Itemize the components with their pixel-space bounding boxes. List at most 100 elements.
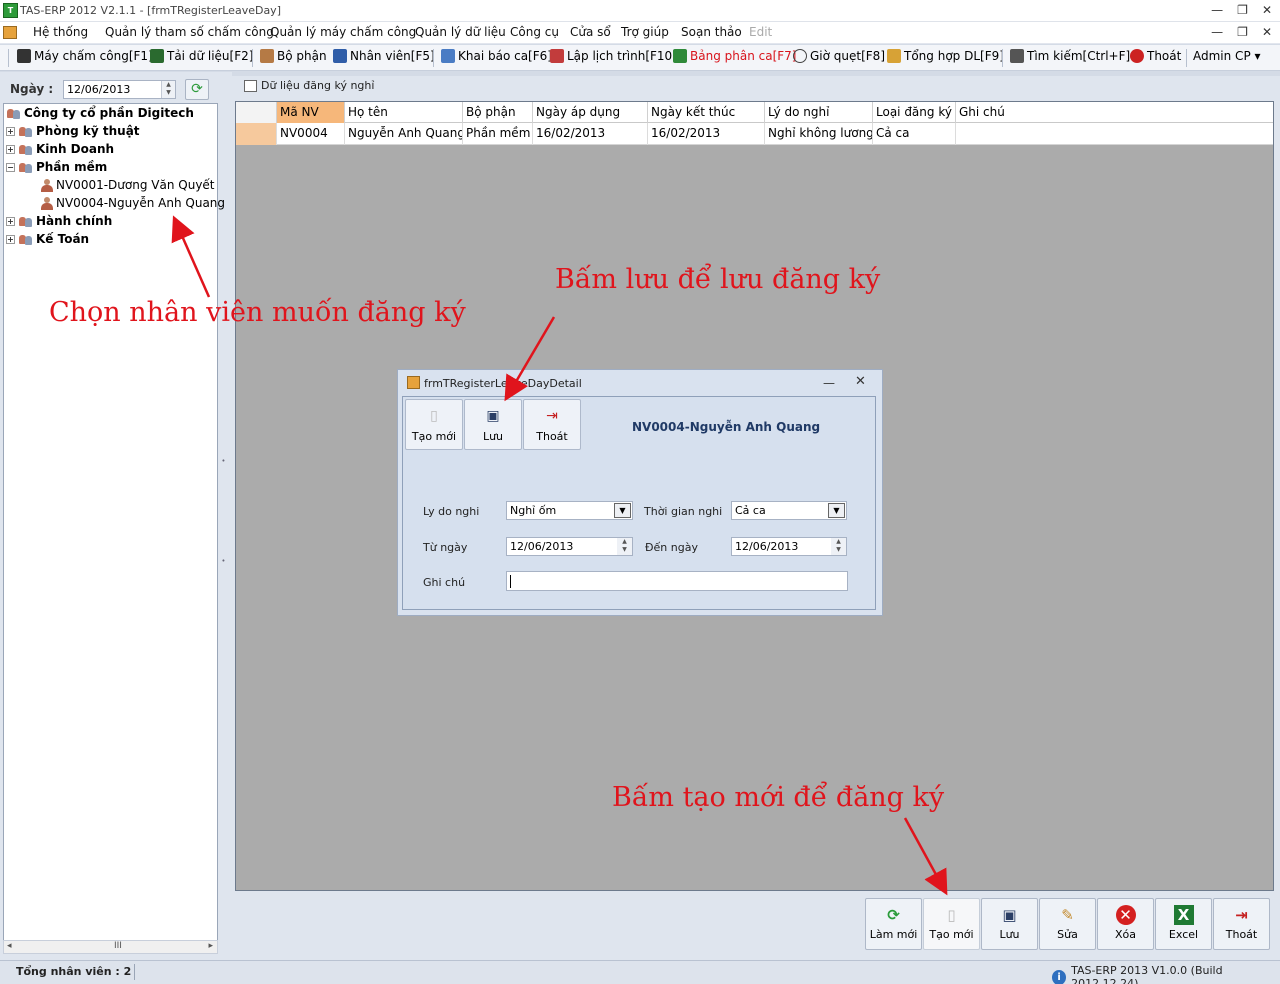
scroll-grip[interactable]: III <box>114 941 122 951</box>
menu-cua-so[interactable]: Cửa sổ <box>570 25 611 39</box>
col-ngay-ket-thuc[interactable]: Ngày kết thúc <box>648 102 765 123</box>
col-ngay-ap-dung[interactable]: Ngày áp dụng <box>533 102 648 123</box>
tree-root[interactable]: Công ty cổ phần Digitech <box>6 106 194 120</box>
minimize-button[interactable]: — <box>1211 3 1223 17</box>
employee-icon <box>333 49 347 63</box>
download-button[interactable]: Tải dữ liệu[F2] <box>150 49 253 63</box>
expand-icon[interactable]: + <box>6 216 15 226</box>
close-button[interactable]: ✕ <box>1262 3 1272 17</box>
delete-button[interactable]: ✕ Xóa <box>1097 898 1154 950</box>
scroll-left-icon[interactable]: ◂ <box>7 941 12 951</box>
menu-he-thong[interactable]: Hệ thống <box>33 25 88 39</box>
expand-icon[interactable]: + <box>6 144 15 154</box>
dialog-minimize-button[interactable]: — <box>823 376 835 390</box>
schedule-button[interactable]: Lập lịch trình[F10] <box>550 49 677 63</box>
col-loai-dang-ky[interactable]: Loại đăng ký n <box>873 102 956 123</box>
edit-button[interactable]: ✎ Sửa <box>1039 898 1096 950</box>
panel-splitter[interactable]: • • <box>220 456 227 576</box>
cell-ma-nv[interactable]: NV0004 <box>277 123 345 145</box>
refresh-tree-button[interactable]: ⟳ <box>185 79 209 100</box>
employee-button[interactable]: Nhân viên[F5] <box>333 49 435 63</box>
row-selector[interactable] <box>236 123 277 145</box>
clock-button[interactable]: Giờ quẹt[F8] <box>793 49 885 63</box>
note-input[interactable] <box>506 571 848 591</box>
machine-button[interactable]: Máy chấm công[F1] <box>17 49 153 63</box>
child-window-icon[interactable] <box>3 26 17 39</box>
menu-tro-giup[interactable]: Trợ giúp <box>621 25 669 39</box>
chevron-down-icon[interactable]: ▼ <box>614 503 631 518</box>
col-bo-phan[interactable]: Bộ phận <box>463 102 533 123</box>
date-spinner[interactable]: ▲ ▼ <box>161 81 175 98</box>
tree-dept-kinh-doanh[interactable]: + Kinh Doanh <box>6 142 114 156</box>
tree-dept-ke-toan[interactable]: + Kế Toán <box>6 232 89 246</box>
excel-button[interactable]: X Excel <box>1155 898 1212 950</box>
col-ly-do-nghi[interactable]: Lý do nghỉ <box>765 102 873 123</box>
dialog-create-button[interactable]: ▯ Tạo mới <box>405 399 463 450</box>
dialog-save-button[interactable]: ▣ Lưu <box>464 399 522 450</box>
maximize-button[interactable]: ❐ <box>1237 3 1248 17</box>
exit-button[interactable]: ⇥ Thoát <box>1213 898 1270 950</box>
summary-button[interactable]: Tổng hợp DL[F9] <box>887 49 1004 63</box>
child-restore-button[interactable]: ❐ <box>1237 25 1248 39</box>
cell-bo-phan[interactable]: Phần mềm <box>463 123 533 145</box>
tree-employee-nv0001[interactable]: NV0001-Dương Văn Quyết <box>40 178 215 192</box>
child-minimize-button[interactable]: — <box>1211 25 1223 39</box>
cell-ngay-ket-thuc[interactable]: 16/02/2013 <box>648 123 765 145</box>
menu-quan-ly-du-lieu[interactable]: Quản lý dữ liệu <box>415 25 506 39</box>
menu-quan-ly-may[interactable]: Quản lý máy chấm công <box>270 25 416 39</box>
shift-table-icon <box>673 49 687 63</box>
cell-ghi-chu[interactable] <box>956 123 1273 145</box>
exit-toolbar-button[interactable]: Thoát <box>1130 49 1181 63</box>
period-select[interactable]: Cả ca ▼ <box>731 501 847 520</box>
save-icon: ▣ <box>1002 906 1017 924</box>
tree-employee-nv0004[interactable]: NV0004-Nguyễn Anh Quang <box>40 196 225 210</box>
reason-select[interactable]: Nghỉ ốm ▼ <box>506 501 633 520</box>
cell-ngay-ap-dung[interactable]: 16/02/2013 <box>533 123 648 145</box>
from-date-input[interactable]: 12/06/2013 ▲ ▼ <box>506 537 633 556</box>
collapse-icon[interactable]: − <box>6 162 15 172</box>
dialog-exit-button[interactable]: ⇥ Thoát <box>523 399 581 450</box>
excel-icon: X <box>1173 905 1194 925</box>
expand-icon[interactable]: + <box>6 234 15 244</box>
dialog-title: frmTRegisterLeaveDayDetail <box>424 377 582 390</box>
create-new-button[interactable]: ▯ Tạo mới <box>923 898 980 950</box>
shift-table-button[interactable]: Bảng phân ca[F7] <box>673 49 796 63</box>
cell-ho-ten[interactable]: Nguyễn Anh Quang <box>345 123 463 145</box>
save-button[interactable]: ▣ Lưu <box>981 898 1038 950</box>
col-ma-nv[interactable]: Mã NV <box>277 102 345 123</box>
menu-quan-ly-tham-so[interactable]: Quản lý tham số chấm công <box>105 25 274 39</box>
scroll-right-icon[interactable]: ▸ <box>208 941 213 951</box>
child-close-button[interactable]: ✕ <box>1262 25 1272 39</box>
new-doc-icon: ▯ <box>430 408 438 424</box>
search-button[interactable]: Tìm kiếm[Ctrl+F] <box>1010 49 1130 63</box>
date-input[interactable]: 12/06/2013 ▲ ▼ <box>63 80 176 99</box>
chevron-down-icon[interactable]: ▼ <box>828 503 845 518</box>
search-icon <box>1010 49 1024 63</box>
cell-ly-do-nghi[interactable]: Nghỉ không lương <box>765 123 873 145</box>
tab-du-lieu-dang-ky-nghi[interactable]: Dữ liệu đăng ký nghỉ <box>236 79 1273 100</box>
admin-menu[interactable]: Admin CP ▾ <box>1193 49 1261 63</box>
dialog-close-button[interactable]: ✕ <box>855 374 866 389</box>
menu-edit: Edit <box>749 25 773 39</box>
to-date-input[interactable]: 12/06/2013 ▲ ▼ <box>731 537 847 556</box>
tree-horizontal-scrollbar[interactable]: ◂ III ▸ <box>3 940 218 954</box>
refresh-button[interactable]: ⟳ Làm mới <box>865 898 922 950</box>
menu-soan-thao[interactable]: Soạn thảo <box>681 25 742 39</box>
department-tree[interactable]: Công ty cổ phần Digitech + Phòng kỹ thuật… <box>3 103 225 941</box>
cell-loai-dang-ky[interactable]: Cả ca <box>873 123 956 145</box>
shift-declare-button[interactable]: Khai báo ca[F6] <box>441 49 552 63</box>
tree-dept-phong-ky-thuat[interactable]: + Phòng kỹ thuật <box>6 124 140 138</box>
to-date-spinner[interactable]: ▲ ▼ <box>831 538 846 555</box>
expand-icon[interactable]: + <box>6 126 15 136</box>
period-label: Thời gian nghi <box>644 505 723 518</box>
col-ghi-chu[interactable]: Ghi chú <box>956 102 1273 123</box>
table-row[interactable]: NV0004 Nguyễn Anh Quang Phần mềm 16/02/2… <box>236 123 1273 145</box>
from-date-spinner[interactable]: ▲ ▼ <box>617 538 632 555</box>
col-ho-ten[interactable]: Họ tên <box>345 102 463 123</box>
menu-cong-cu[interactable]: Công cụ <box>510 25 559 39</box>
department-button[interactable]: Bộ phận <box>260 49 327 63</box>
tree-dept-phan-mem[interactable]: − Phần mềm <box>6 160 107 174</box>
group-icon <box>18 161 33 174</box>
tree-dept-hanh-chinh[interactable]: + Hành chính <box>6 214 112 228</box>
row-selector-header[interactable] <box>236 102 277 123</box>
